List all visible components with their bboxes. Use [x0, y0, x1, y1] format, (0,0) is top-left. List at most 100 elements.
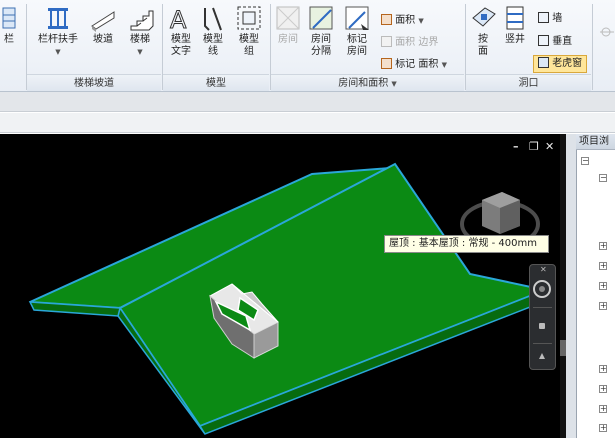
- model-line-button[interactable]: 模型 线: [198, 4, 228, 58]
- stair-label: 楼梯: [130, 34, 150, 45]
- tag-area-icon: [381, 58, 392, 69]
- tag-area-label-2: 面积: [418, 59, 439, 70]
- chevron-down-icon: ▼: [391, 80, 397, 88]
- shaft-label: 竖井: [505, 34, 525, 45]
- model-text-icon: A: [170, 6, 188, 33]
- tree-collapse-icon[interactable]: −: [599, 174, 607, 182]
- room-button[interactable]: 房间: [273, 4, 303, 46]
- railing-label: 栏杆扶手: [38, 34, 78, 45]
- tag-room-label-2: 房间: [347, 46, 367, 57]
- wall-opening-label: 墙: [552, 13, 563, 24]
- splitter[interactable]: [566, 134, 576, 438]
- model-text-label-1: 模型: [171, 34, 191, 45]
- room-separator-label-2: 分隔: [311, 46, 331, 57]
- area-icon: [381, 14, 392, 25]
- wall-opening-icon: [538, 12, 549, 23]
- chevron-down-icon: ▼: [441, 61, 447, 69]
- area-button[interactable]: 面积 ▼: [381, 14, 424, 28]
- model-line-label-2: 线: [208, 46, 218, 57]
- tree-expand-icon[interactable]: +: [599, 282, 607, 290]
- datum-button[interactable]: [596, 22, 615, 44]
- area-boundary-label-2: 边界: [418, 37, 439, 48]
- separator: [592, 4, 593, 90]
- area-boundary-button[interactable]: 面积 边界: [381, 36, 438, 50]
- chevron-down-icon: ▼: [137, 48, 143, 56]
- project-browser-title: 项目浏: [576, 134, 615, 150]
- stair-button[interactable]: 楼梯 ▼: [122, 4, 158, 58]
- revit-window: 栏 栏杆扶手 ▼ 坡道 楼梯 ▼ 楼梯坡道 A 模型 文字 模型 线 模型 组 …: [0, 0, 615, 438]
- railing-icon: [48, 8, 68, 29]
- project-browser[interactable]: [576, 134, 615, 438]
- ramp-icon: [91, 11, 115, 32]
- element-tooltip: 屋顶 : 基本屋顶 : 常规 - 400mm: [384, 235, 549, 253]
- room-separator-button[interactable]: 房间 分隔: [305, 4, 337, 58]
- by-face-icon: [472, 7, 496, 27]
- viewport-minimize-button[interactable]: –: [513, 140, 519, 153]
- stair-icon: [130, 10, 154, 31]
- panel-rooms-title[interactable]: 房间和面积 ▼: [271, 74, 464, 91]
- shaft-button[interactable]: 竖井: [500, 4, 530, 46]
- by-face-label-1: 按: [478, 34, 488, 45]
- panel-rooms-label: 房间和面积: [338, 78, 389, 89]
- tag-area-button[interactable]: 标记 面积 ▼: [381, 58, 447, 72]
- model-group-button[interactable]: 模型 组: [232, 4, 266, 58]
- area-boundary-icon: [381, 36, 392, 47]
- tree-collapse-icon[interactable]: −: [581, 157, 589, 165]
- ribbon-edge-label: 栏: [4, 34, 14, 45]
- datum-icon: [599, 27, 614, 37]
- navigation-wheel-icon: [533, 280, 552, 359]
- navigation-bar[interactable]: [529, 264, 556, 370]
- ramp-button[interactable]: 坡道: [86, 4, 120, 46]
- panel-stairs-title: 楼梯坡道: [27, 74, 161, 91]
- model-group-icon: [237, 6, 261, 30]
- options-bar: [0, 92, 615, 112]
- model-line-icon: [204, 7, 222, 31]
- dormer-icon: [538, 57, 549, 68]
- wall-opening-button[interactable]: 墙: [538, 12, 562, 26]
- shaft-icon: [506, 6, 524, 30]
- room-icon: [276, 6, 300, 30]
- panel-model-title: 模型: [163, 74, 269, 91]
- tag-room-button[interactable]: 标记 房间: [340, 4, 374, 58]
- area-label: 面积: [395, 15, 416, 26]
- model-group-label-2: 组: [244, 46, 254, 57]
- by-face-label-2: 面: [478, 46, 488, 57]
- chevron-down-icon: ▼: [418, 17, 424, 25]
- panel-opening-title: 洞口: [466, 74, 591, 91]
- by-face-button[interactable]: 按 面: [468, 4, 498, 58]
- ribbon: 栏 栏杆扶手 ▼ 坡道 楼梯 ▼ 楼梯坡道 A 模型 文字 模型 线 模型 组 …: [0, 0, 615, 92]
- tag-room-icon: [345, 6, 369, 30]
- railing-button[interactable]: 栏杆扶手 ▼: [32, 4, 84, 58]
- viewport-restore-button[interactable]: ❐: [529, 140, 539, 153]
- grid-icon: [2, 7, 16, 29]
- ramp-label: 坡道: [93, 34, 113, 45]
- vertical-opening-label: 垂直: [552, 36, 573, 47]
- chevron-down-icon: ▼: [55, 48, 61, 56]
- navbar-close-icon[interactable]: ✕: [540, 265, 547, 274]
- room-separator-icon: [309, 6, 333, 30]
- model-group-label-1: 模型: [239, 34, 259, 45]
- 3d-viewport[interactable]: [0, 134, 566, 438]
- tag-area-label-1: 标记: [395, 59, 416, 70]
- vertical-opening-icon: [538, 35, 549, 46]
- svg-text:A: A: [170, 6, 187, 32]
- vertical-opening-button[interactable]: 垂直: [538, 35, 572, 49]
- dormer-button[interactable]: 老虎窗: [533, 55, 588, 73]
- tree-expand-icon[interactable]: +: [599, 424, 607, 432]
- ribbon-edge-button[interactable]: 栏: [0, 4, 18, 46]
- viewport-close-button[interactable]: ✕: [545, 140, 554, 153]
- model-text-label-2: 文字: [171, 46, 191, 57]
- tree-expand-icon[interactable]: +: [599, 242, 607, 250]
- area-boundary-label-1: 面积: [395, 37, 416, 48]
- roof-model[interactable]: [0, 134, 566, 438]
- tree-expand-icon[interactable]: +: [599, 262, 607, 270]
- dormer-label: 老虎窗: [552, 58, 583, 69]
- model-line-label-1: 模型: [203, 34, 223, 45]
- tree-expand-icon[interactable]: +: [599, 405, 607, 413]
- tree-expand-icon[interactable]: +: [599, 365, 607, 373]
- view-tab-bar: [0, 113, 615, 133]
- tree-expand-icon[interactable]: +: [599, 302, 607, 310]
- tree-expand-icon[interactable]: +: [599, 385, 607, 393]
- room-label: 房间: [278, 34, 298, 45]
- model-text-button[interactable]: A 模型 文字: [166, 4, 196, 58]
